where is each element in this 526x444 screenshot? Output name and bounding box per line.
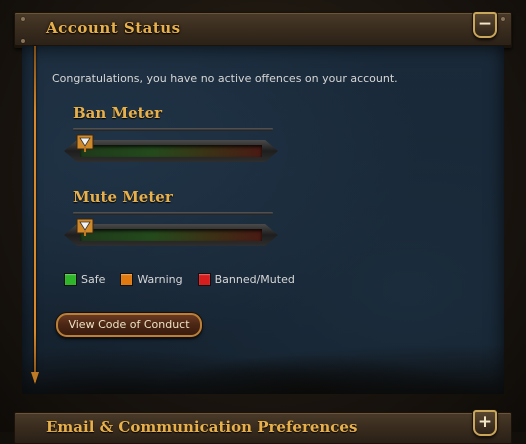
mute-meter-title: Mute Meter (73, 188, 173, 206)
safe-swatch (64, 273, 77, 286)
expand-button[interactable]: + (473, 410, 497, 436)
status-message: Congratulations, you have no active offe… (52, 72, 398, 85)
nail-icon (21, 17, 25, 21)
mute-meter-scale (73, 212, 273, 215)
mute-meter-bar (80, 229, 262, 241)
nail-icon (501, 17, 505, 21)
mute-meter-pointer-icon (76, 218, 94, 236)
ban-meter-title: Ban Meter (73, 104, 163, 122)
banned-swatch (197, 273, 211, 286)
minus-icon: − (477, 14, 493, 34)
nail-icon (21, 39, 25, 43)
view-code-of-conduct-button[interactable]: View Code of Conduct (56, 313, 202, 337)
legend-label: Banned/Muted (214, 273, 295, 286)
collapse-button[interactable]: − (473, 12, 497, 38)
account-status-title: Account Status (46, 19, 181, 37)
email-preferences-title: Email & Communication Preferences (46, 418, 358, 436)
legend-item-safe: Safe (64, 273, 105, 286)
legend-item-warning: Warning (120, 273, 183, 286)
account-status-panel (22, 46, 504, 394)
legend-label: Warning (137, 273, 183, 286)
ban-meter-pointer-icon (76, 134, 94, 152)
ban-meter-scale (73, 128, 273, 131)
legend-label: Safe (81, 273, 106, 286)
meter-legend: Safe Warning Banned/Muted (64, 273, 310, 286)
ban-meter-bar (80, 145, 262, 157)
plus-icon: + (477, 412, 493, 432)
legend-item-banned: Banned/Muted (197, 273, 295, 286)
section-accent-line (34, 46, 36, 382)
warning-swatch (120, 273, 134, 286)
